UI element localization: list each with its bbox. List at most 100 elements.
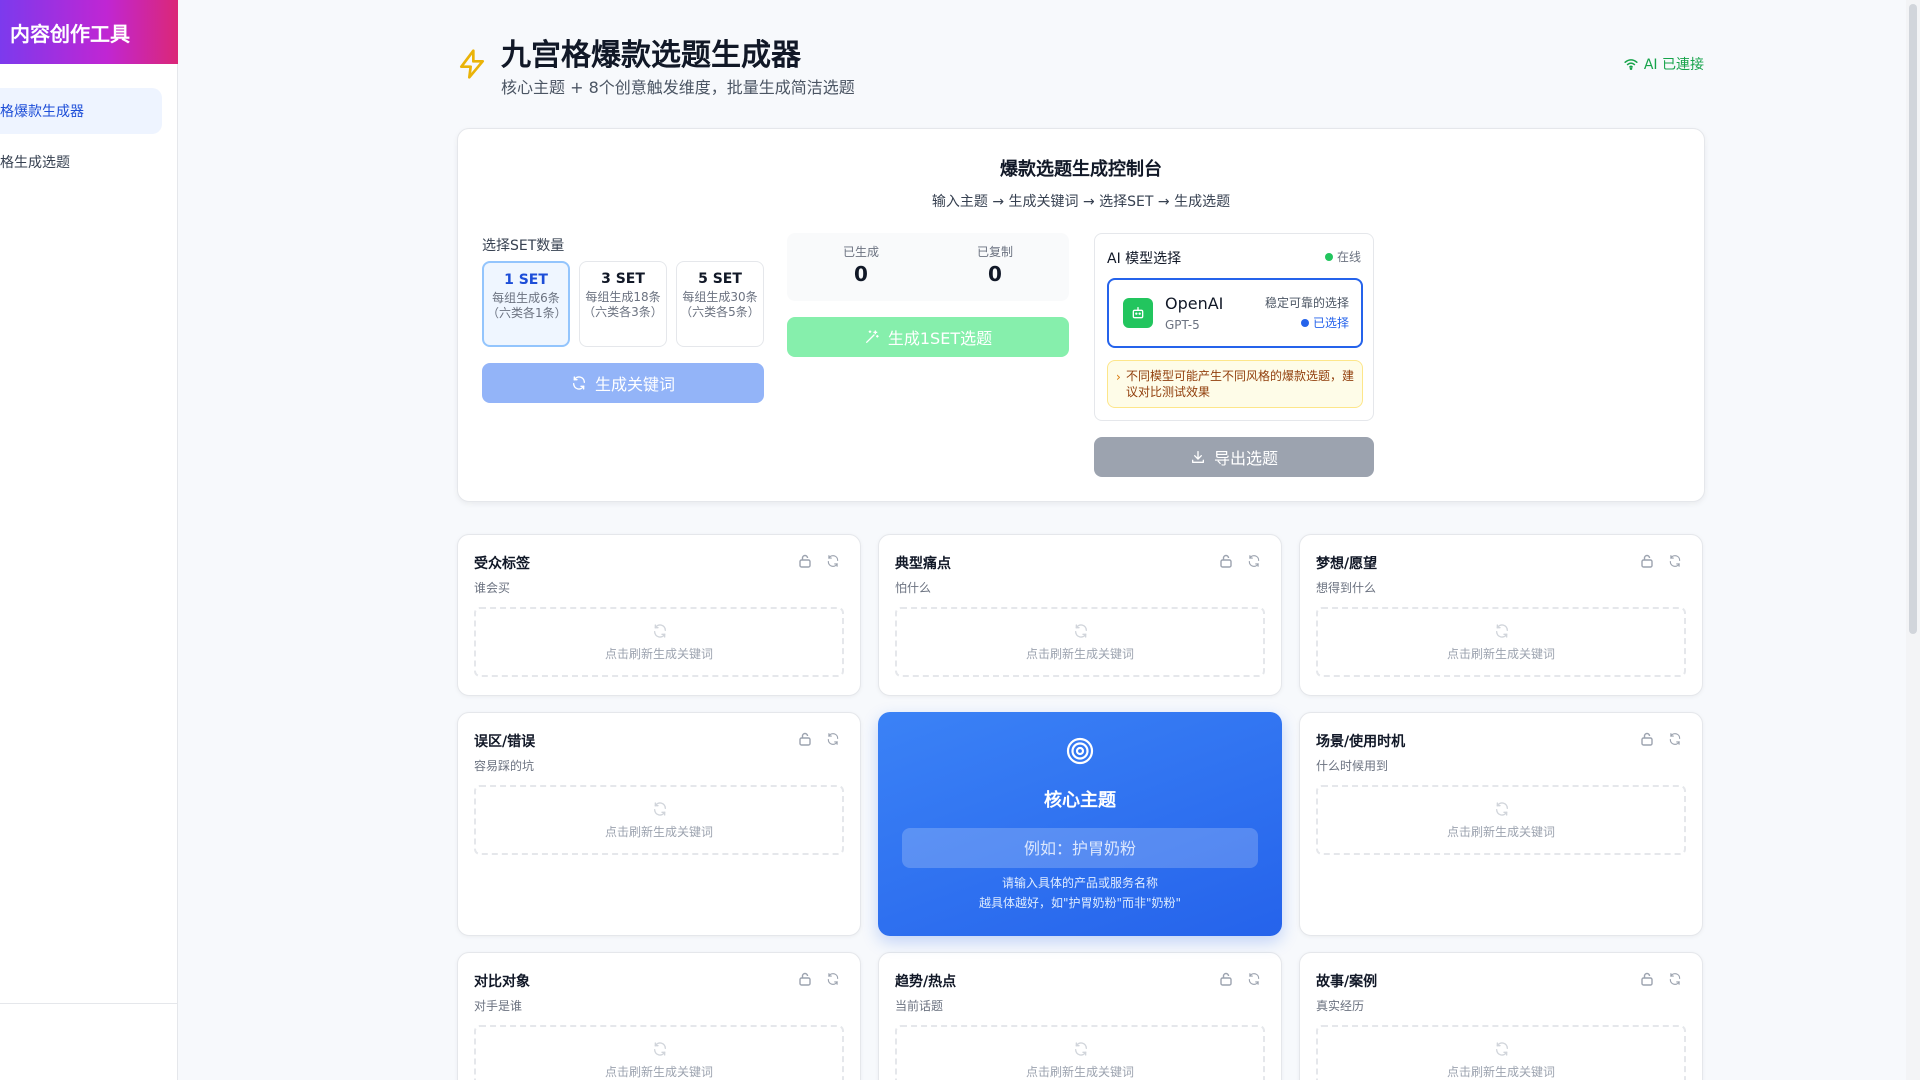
dimension-card: 场景/使用时机 什么时候用到点击刷新生成关键词 [1299,712,1703,936]
sidebar: 内容创作工具 宫格爆款生成器 宫格生成选题 置 [0,0,178,1080]
core-topic-example: 越具体越好，如"护胃奶粉"而非"奶粉" [978,896,1182,910]
stat-copied: 已复制 0 [935,243,1055,286]
stat-generated: 已生成 0 [801,243,921,286]
keyword-placeholder[interactable]: 点击刷新生成关键词 [1316,1025,1686,1080]
lock-icon[interactable] [798,731,812,747]
dimension-card-title: 误区/错误 [474,734,536,750]
export-topics-label: 导出选题 [1213,449,1278,468]
keyword-placeholder[interactable]: 点击刷新生成关键词 [474,607,844,677]
keyword-placeholder[interactable]: 点击刷新生成关键词 [474,1025,844,1080]
dimension-card: 典型痛点 怕什么 点击刷新生成关键词 [878,534,1282,696]
refresh-icon[interactable] [826,731,840,747]
panel-flow: 输入主题 → 生成关键词 → 选择SET → 生成选题 [931,194,1231,210]
stat-generated-label: 已生成 [842,245,879,259]
lock-icon[interactable] [1640,971,1654,987]
model-card-openai[interactable]: OpenAI GPT-5 稳定可靠的选择 已选择 [1107,278,1363,348]
core-topic-title: 核心主题 [1044,790,1116,811]
dimension-card: 误区/错误 容易踩的坑 点击刷新生成关键词 [457,712,861,936]
scrollbar[interactable] [1906,0,1920,1080]
keyword-placeholder-text: 点击刷新生成关键词 [1025,647,1134,661]
lock-icon[interactable] [1219,553,1233,569]
generate-topics-button[interactable]: 生成1SET选题 [787,317,1069,357]
set-option-desc: 每组生成6条（六类各1条） [487,291,567,320]
refresh-icon [1494,1041,1510,1057]
set-option-5[interactable]: 5 SET 每组生成30条（六类各5条） [676,261,764,347]
refresh-icon[interactable] [1668,553,1682,569]
sidebar-item-grid-topics[interactable]: 宫格生成选题 [0,139,162,185]
dimension-card: 梦想/愿望想得到什么点击刷新生成关键词 [1299,534,1703,696]
keyword-placeholder-text: 点击刷新生成关键词 [1446,825,1555,839]
set-option-1[interactable]: 1 SET 每组生成6条（六类各1条） [482,261,570,347]
keyword-placeholder-text: 点击刷新生成关键词 [604,825,713,839]
lock-icon[interactable] [798,553,812,569]
dimension-card-title: 典型痛点 [895,556,951,572]
refresh-icon[interactable] [826,971,840,987]
refresh-icon [1073,623,1089,639]
refresh-icon[interactable] [826,553,840,569]
dimension-card: 趋势/热点当前话题点击刷新生成关键词 [878,952,1282,1080]
dimension-card-subtitle: 想得到什么 [1316,581,1377,595]
model-warning-text: 不同模型可能产生不同风格的爆款选题，建议对比测试效果 [1126,369,1355,399]
model-online-status: 在线 [1324,248,1361,265]
dimension-card-subtitle: 什么时候用到 [1316,759,1389,773]
lock-icon[interactable] [1219,971,1233,987]
sidebar-item-grid-generator[interactable]: 宫格爆款生成器 [0,88,162,134]
keyword-placeholder[interactable]: 点击刷新生成关键词 [895,607,1265,677]
dimension-card-subtitle: 真实经历 [1316,999,1365,1013]
model-name: OpenAI [1165,294,1224,313]
export-topics-button[interactable]: 导出选题 [1094,437,1374,477]
model-selector: AI 模型选择 在线 OpenAI GPT-5 稳定可靠的选择 已选择 › 不同… [1094,233,1374,421]
magic-wand-icon [865,330,879,343]
keyword-placeholder[interactable]: 点击刷新生成关键词 [895,1025,1265,1080]
refresh-icon [652,801,668,817]
refresh-icon [1494,801,1510,817]
core-topic-card: 核心主题 请输入具体的产品或服务名称 越具体越好，如"护胃奶粉"而非"奶粉" [878,712,1282,936]
warning-bullet-icon: › [1116,370,1121,384]
lock-icon[interactable] [798,971,812,987]
dimension-card-title: 受众标签 [474,556,530,572]
model-online-label: 在线 [1336,250,1361,264]
page-header: 九宫格爆款选题生成器 核心主题 + 8个创意触发维度，批量生成简洁选题 AI 已… [456,26,1704,98]
online-dot-icon [1324,252,1333,261]
stat-copied-value: 0 [988,262,1002,286]
keyword-placeholder-text: 点击刷新生成关键词 [604,1065,713,1079]
keyword-placeholder-text: 点击刷新生成关键词 [1446,1065,1555,1079]
keyword-placeholder[interactable]: 点击刷新生成关键词 [1316,785,1686,855]
dimension-card-subtitle: 当前话题 [895,999,944,1013]
set-option-desc: 每组生成18条（六类各3条） [583,290,663,319]
sidebar-item-label: 宫格爆款生成器 [0,104,84,120]
set-count-label: 选择SET数量 [482,238,565,254]
robot-icon [1123,298,1153,328]
keyword-placeholder[interactable]: 点击刷新生成关键词 [1316,607,1686,677]
lock-icon[interactable] [1640,731,1654,747]
wifi-icon [1624,59,1638,70]
dimension-card-subtitle: 对手是谁 [474,999,523,1013]
generate-keywords-button[interactable]: 生成关键词 [482,363,764,403]
stat-generated-value: 0 [854,262,868,286]
download-icon [1191,451,1204,463]
dimension-card-subtitle: 谁会买 [474,581,511,595]
refresh-icon[interactable] [1247,553,1261,569]
refresh-icon [1073,1041,1089,1057]
refresh-icon[interactable] [1668,971,1682,987]
set-option-name: 3 SET [601,271,645,287]
dimension-card-title: 梦想/愿望 [1316,556,1378,572]
set-option-3[interactable]: 3 SET 每组生成18条（六类各3条） [579,261,667,347]
refresh-icon [1494,623,1510,639]
dimension-card: 受众标签谁会买点击刷新生成关键词 [457,534,861,696]
dimension-card-title: 对比对象 [474,974,530,990]
lock-icon[interactable] [1640,553,1654,569]
model-desc: 稳定可靠的选择 [1264,296,1349,310]
refresh-icon[interactable] [1668,731,1682,747]
set-option-desc: 每组生成30条（六类各5条） [680,290,760,319]
dimension-card-title: 趋势/热点 [895,974,957,990]
core-topic-hint: 请输入具体的产品或服务名称 [1001,876,1158,890]
dimension-card-title: 场景/使用时机 [1316,734,1406,750]
core-topic-input[interactable] [902,828,1258,868]
scrollbar-thumb[interactable] [1909,4,1917,634]
page-title: 九宫格爆款选题生成器 [501,38,801,73]
refresh-icon[interactable] [1247,971,1261,987]
keyword-placeholder-text: 点击刷新生成关键词 [1025,1065,1134,1079]
keyword-placeholder[interactable]: 点击刷新生成关键词 [474,785,844,855]
generate-keywords-label: 生成关键词 [594,375,675,394]
